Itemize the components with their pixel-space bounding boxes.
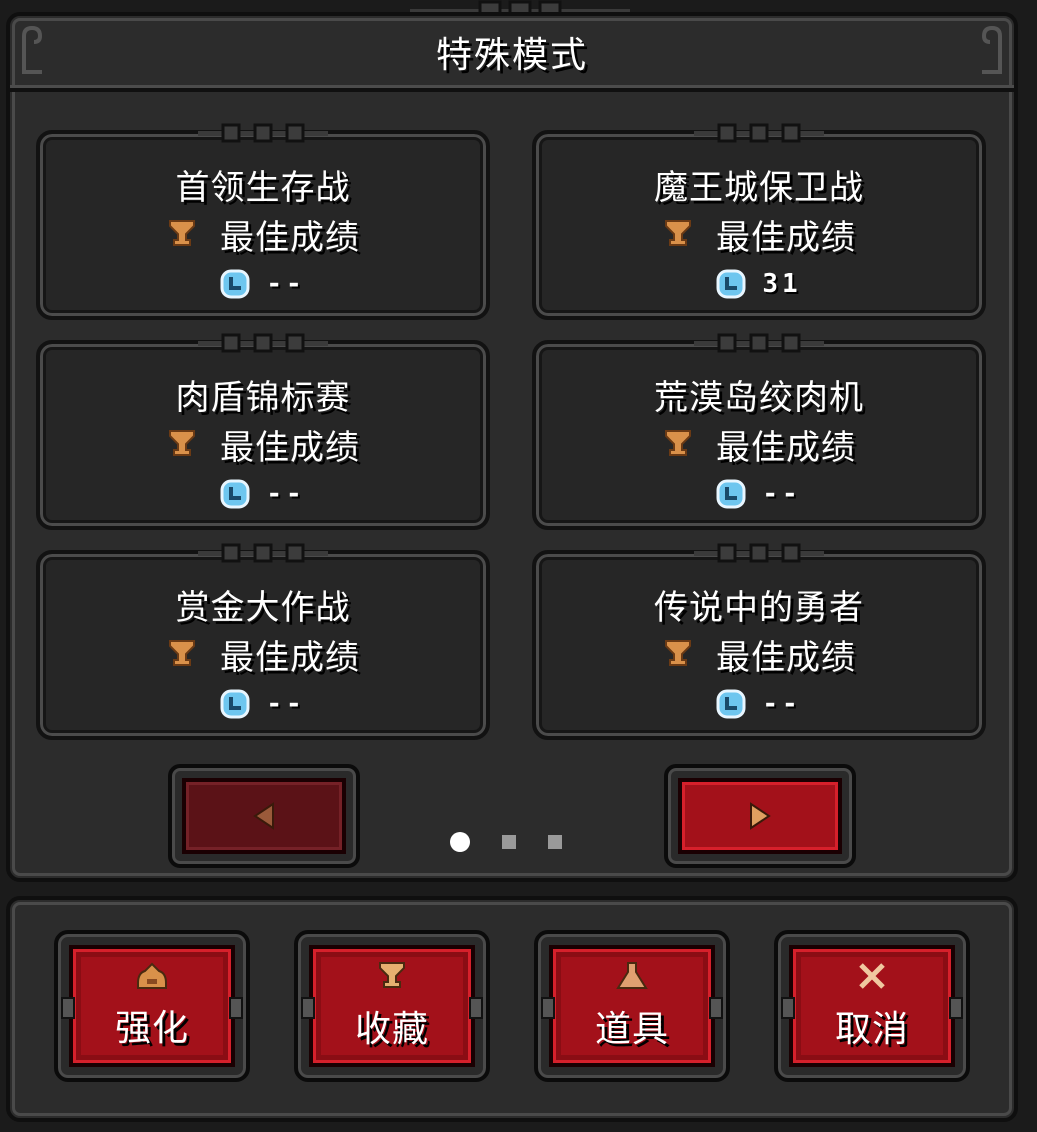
card-ornament	[198, 543, 328, 563]
score-row: 31	[536, 266, 982, 302]
page-dot[interactable]	[502, 835, 516, 849]
clock-icon	[716, 689, 746, 719]
prev-page-button[interactable]	[168, 764, 360, 868]
mode-card-desert-grinder[interactable]: 荒漠岛绞肉机 最佳成绩 --	[532, 333, 986, 530]
page-indicator	[450, 832, 580, 852]
best-record-label: 最佳成绩	[220, 427, 360, 468]
mode-name: 肉盾锦标赛	[175, 378, 351, 418]
arrow-right-icon	[750, 802, 771, 830]
rivet	[541, 997, 555, 1019]
arrow-left-icon	[253, 802, 274, 830]
card-ornament	[198, 123, 328, 143]
cancel-label: 取消	[834, 1009, 909, 1050]
upgrade-icon	[137, 962, 167, 989]
page-dot[interactable]	[548, 835, 562, 849]
best-record-row: 最佳成绩	[40, 422, 486, 468]
best-record-row: 最佳成绩	[536, 422, 982, 468]
best-record-row: 最佳成绩	[536, 632, 982, 678]
score-value: 31	[762, 269, 802, 299]
best-record-row: 最佳成绩	[40, 212, 486, 258]
best-record-label: 最佳成绩	[220, 637, 360, 678]
rivet	[61, 997, 75, 1019]
collection-label: 收藏	[354, 1009, 429, 1050]
mode-card-castle-defense[interactable]: 魔王城保卫战 最佳成绩 31	[532, 123, 986, 320]
clock-icon	[220, 479, 250, 509]
corner-ornament-right	[981, 25, 1002, 74]
mode-card-bounty-battle[interactable]: 赏金大作战 最佳成绩 --	[36, 543, 490, 740]
score-row: --	[40, 476, 486, 512]
score-value: --	[762, 479, 802, 509]
score-row: --	[40, 266, 486, 302]
score-value: --	[762, 689, 802, 719]
page-dot-active[interactable]	[450, 832, 470, 852]
trophy-icon	[665, 430, 691, 456]
score-value: --	[266, 479, 306, 509]
mode-name: 荒漠岛绞肉机	[654, 378, 864, 418]
best-record-label: 最佳成绩	[716, 427, 856, 468]
card-ornament	[198, 333, 328, 353]
mode-name: 首领生存战	[175, 168, 351, 208]
upgrade-button-face: 强化	[61, 945, 243, 1067]
trophy-icon	[665, 640, 691, 666]
rivet	[469, 997, 483, 1019]
potion-icon	[616, 962, 648, 989]
collection-button[interactable]: 收藏	[294, 930, 490, 1082]
clock-icon	[716, 479, 746, 509]
best-record-label: 最佳成绩	[716, 637, 856, 678]
clock-icon	[220, 269, 250, 299]
trophy-icon	[379, 962, 405, 988]
cancel-button[interactable]: 取消	[774, 930, 970, 1082]
title-bar: 特殊模式	[10, 16, 1014, 92]
clock-icon	[716, 269, 746, 299]
score-row: --	[536, 686, 982, 722]
card-ornament	[694, 123, 824, 143]
upgrade-button[interactable]: 强化	[54, 930, 250, 1082]
score-value: --	[266, 269, 306, 299]
mode-card-tank-tournament[interactable]: 肉盾锦标赛 最佳成绩 --	[36, 333, 490, 530]
page-title: 特殊模式	[435, 35, 588, 76]
next-page-button-face	[678, 778, 842, 854]
corner-ornament-left	[22, 25, 43, 74]
rivet	[229, 997, 243, 1019]
items-button[interactable]: 道具	[534, 930, 730, 1082]
best-record-row: 最佳成绩	[536, 212, 982, 258]
prev-page-button-face	[182, 778, 346, 854]
mode-name: 传说中的勇者	[654, 588, 864, 628]
items-label: 道具	[594, 1009, 669, 1050]
trophy-icon	[169, 640, 195, 666]
mode-card-boss-survival[interactable]: 首领生存战 最佳成绩 --	[36, 123, 490, 320]
score-row: --	[536, 476, 982, 512]
rivet	[949, 997, 963, 1019]
card-ornament	[694, 543, 824, 563]
score-row: --	[40, 686, 486, 722]
trophy-icon	[665, 220, 691, 246]
card-ornament	[694, 333, 824, 353]
best-record-label: 最佳成绩	[716, 217, 856, 258]
trophy-icon	[169, 430, 195, 456]
next-page-button[interactable]	[664, 764, 856, 868]
rivet	[301, 997, 315, 1019]
best-record-label: 最佳成绩	[220, 217, 360, 258]
items-button-face: 道具	[541, 945, 723, 1067]
collection-button-face: 收藏	[301, 945, 483, 1067]
clock-icon	[220, 689, 250, 719]
upgrade-label: 强化	[114, 1008, 189, 1049]
cancel-button-face: 取消	[781, 945, 963, 1067]
trophy-icon	[169, 220, 195, 246]
mode-name: 赏金大作战	[175, 588, 351, 628]
score-value: --	[266, 689, 306, 719]
close-icon	[859, 963, 885, 989]
mode-name: 魔王城保卫战	[654, 168, 864, 208]
best-record-row: 最佳成绩	[40, 632, 486, 678]
rivet	[709, 997, 723, 1019]
rivet	[781, 997, 795, 1019]
mode-card-legendary-hero[interactable]: 传说中的勇者 最佳成绩 --	[532, 543, 986, 740]
